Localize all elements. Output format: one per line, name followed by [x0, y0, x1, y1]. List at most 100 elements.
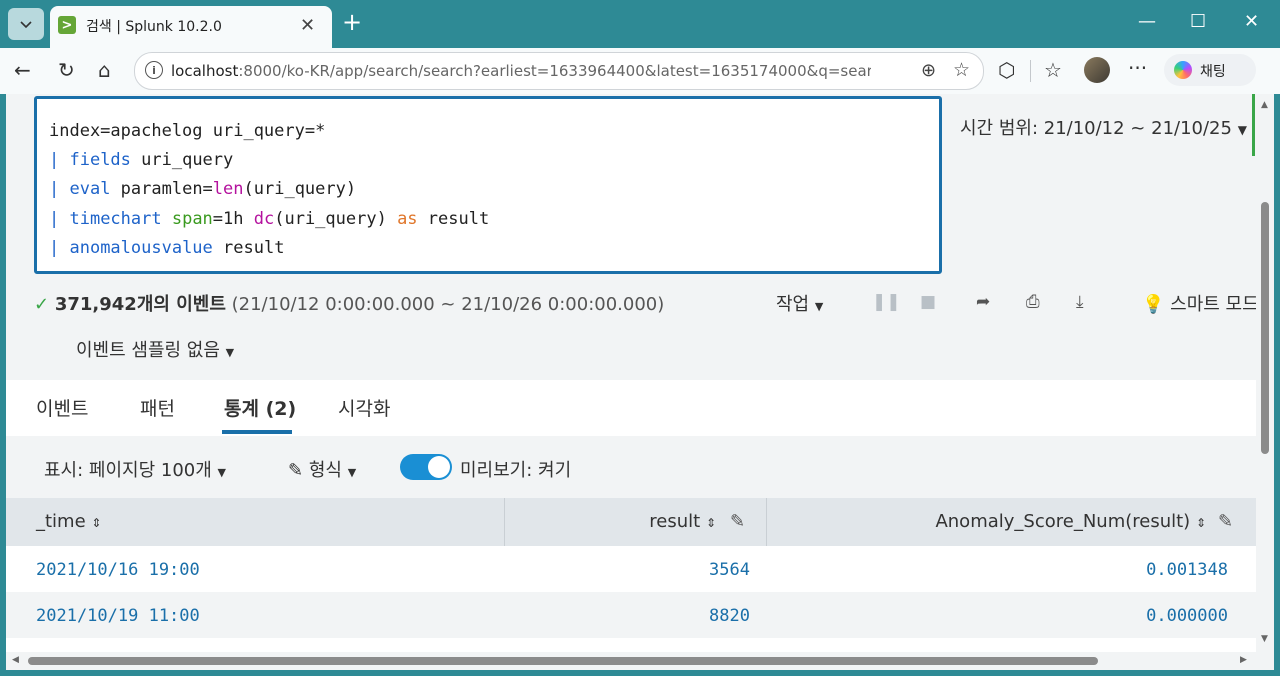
tab-patterns[interactable]: 패턴 — [140, 394, 175, 421]
preview-label: 미리보기: 켜기 — [460, 460, 572, 481]
search-query-code[interactable]: index=apachelog uri_query=* | fields uri… — [49, 117, 489, 263]
caret-down-icon: ▼ — [225, 346, 235, 359]
pause-icon[interactable]: ❚❚ — [872, 292, 901, 312]
sort-icon: ⇕ — [705, 516, 716, 530]
table-row: 2021/10/19 11:00 8820 0.000000 — [6, 592, 1256, 638]
query-line-4-mid: (uri_query) — [274, 208, 398, 229]
time-range-picker[interactable]: 시간 범위: 21/10/12 ~ 21/10/25 ▼ — [946, 94, 1255, 156]
query-pipe: | — [49, 150, 70, 171]
more-icon[interactable]: ··· — [1128, 56, 1147, 80]
lightbulb-icon: 💡 — [1142, 294, 1165, 315]
tab-statistics[interactable]: 통계 (2) — [224, 394, 296, 421]
job-menu[interactable]: 작업 ▼ — [776, 290, 823, 316]
per-page-menu[interactable]: 표시: 페이지당 100개 ▼ — [44, 456, 226, 482]
copilot-label: 채팅 — [1200, 64, 1226, 80]
column-divider — [504, 498, 505, 546]
cell-result[interactable]: 3564 — [506, 560, 750, 580]
favorite-star-icon[interactable]: ☆ — [953, 59, 970, 81]
column-format-icon[interactable]: ✎ — [730, 511, 745, 532]
extensions-icon[interactable]: ⬡ — [998, 58, 1015, 82]
column-header-result[interactable]: result ⇕ — [506, 511, 716, 532]
cell-time[interactable]: 2021/10/16 19:00 — [36, 560, 200, 580]
table-controls: 표시: 페이지당 100개 ▼ ✎ 형식 ▼ 미리보기: 켜기 — [6, 436, 1256, 498]
query-line-3-mid: paramlen= — [110, 179, 213, 200]
query-line-5-rest: result — [212, 237, 285, 258]
active-tab-indicator — [222, 430, 292, 434]
query-line-4-rest: result — [417, 208, 490, 229]
cell-anomaly-score[interactable]: 0.000000 — [768, 606, 1228, 626]
brush-icon: ✎ — [288, 460, 304, 481]
table-row-partial — [6, 638, 1256, 652]
horizontal-scroll-thumb[interactable] — [28, 657, 1098, 665]
search-mode-label: 스마트 모드 — [1170, 294, 1256, 315]
column-header-anomaly-score[interactable]: Anomaly_Score_Num(result) ⇕ — [768, 511, 1206, 532]
column-header-result-label: result — [649, 511, 701, 532]
url-path: :8000/ko-KR/app/search/search?earliest=1… — [238, 62, 871, 80]
home-icon[interactable]: ⌂ — [98, 58, 111, 82]
cell-result[interactable]: 8820 — [506, 606, 750, 626]
share-icon[interactable]: ➦ — [976, 292, 990, 312]
results-tabs: 이벤트 패턴 통계 (2) 시각화 — [6, 380, 1256, 437]
browser-titlebar: > 검색 | Splunk 10.2.0 ✕ + — ☐ ✕ — [0, 0, 1280, 48]
favorites-icon[interactable]: ☆ — [1044, 58, 1062, 82]
format-label: 형식 — [308, 460, 342, 481]
query-cmd-timechart: timechart — [69, 208, 162, 229]
caret-down-icon: ▼ — [347, 466, 357, 479]
cell-time[interactable]: 2021/10/19 11:00 — [36, 606, 200, 626]
event-time-range: (21/10/12 0:00:00.000 ~ 21/10/26 0:00:00… — [231, 294, 665, 315]
job-status: ✓ 371,942개의 이벤트 (21/10/12 0:00:00.000 ~ … — [34, 290, 664, 316]
close-window-icon[interactable]: ✕ — [1244, 12, 1259, 32]
minimize-icon[interactable]: — — [1138, 12, 1156, 32]
export-icon[interactable]: ⤓ — [1076, 292, 1084, 312]
event-sampling-menu[interactable]: 이벤트 샘플링 없음 ▼ — [76, 336, 234, 362]
chevron-down-icon — [20, 21, 32, 29]
tab-actions-button[interactable] — [8, 8, 44, 40]
stop-icon[interactable]: ■ — [920, 292, 936, 312]
new-tab-icon[interactable]: + — [342, 10, 362, 34]
sort-icon: ⇕ — [91, 516, 102, 530]
tab-events[interactable]: 이벤트 — [36, 394, 88, 421]
scroll-left-icon[interactable]: ◀ — [12, 655, 19, 665]
query-pipe: | — [49, 237, 70, 258]
preview-toggle[interactable] — [400, 454, 452, 480]
search-mode-menu[interactable]: 💡 스마트 모드 — [1142, 290, 1256, 316]
query-fn-len: len — [212, 179, 244, 200]
tab-visualization[interactable]: 시각화 — [338, 394, 390, 421]
scroll-up-icon[interactable]: ▲ — [1261, 100, 1268, 110]
maximize-icon[interactable]: ☐ — [1190, 12, 1206, 32]
query-line-1: index=apachelog uri_query=* — [49, 121, 326, 141]
site-info-icon[interactable]: i — [145, 61, 163, 79]
print-icon[interactable]: ⎙ — [1026, 292, 1040, 312]
column-header-anomaly-score-label: Anomaly_Score_Num(result) — [935, 511, 1191, 532]
caret-down-icon: ▼ — [1237, 123, 1247, 137]
table-row: 2021/10/16 19:00 3564 0.001348 — [6, 546, 1256, 592]
event-sampling-label: 이벤트 샘플링 없음 — [76, 340, 220, 361]
url-text[interactable]: localhost:8000/ko-KR/app/search/search?e… — [171, 62, 871, 80]
copilot-chat-button[interactable]: 채팅 — [1164, 54, 1256, 86]
event-count: 371,942개의 이벤트 — [54, 294, 226, 315]
per-page-label: 표시: 페이지당 100개 — [44, 460, 212, 481]
profile-avatar[interactable] — [1084, 57, 1110, 83]
query-fn-dc: dc — [253, 208, 275, 229]
query-pipe: | — [49, 179, 70, 200]
browser-tab[interactable]: > 검색 | Splunk 10.2.0 ✕ — [50, 6, 332, 48]
scroll-right-icon[interactable]: ▶ — [1240, 655, 1247, 665]
query-cmd-eval: eval — [69, 179, 111, 200]
refresh-icon[interactable]: ↻ — [58, 58, 75, 82]
back-icon[interactable]: ← — [14, 58, 31, 82]
search-query-editor[interactable]: index=apachelog uri_query=* | fields uri… — [34, 96, 942, 274]
table-header: _time ⇕ result ⇕ ✎ Anomaly_Score_Num(res… — [6, 498, 1256, 546]
scroll-down-icon[interactable]: ▼ — [1261, 634, 1268, 644]
caret-down-icon: ▼ — [217, 466, 226, 479]
cell-anomaly-score[interactable]: 0.001348 — [768, 560, 1228, 580]
zoom-icon[interactable]: ⊕ — [921, 60, 936, 81]
column-header-time[interactable]: _time ⇕ — [36, 511, 101, 532]
address-bar[interactable]: i localhost:8000/ko-KR/app/search/search… — [134, 52, 984, 90]
time-range-text: 시간 범위: 21/10/12 ~ 21/10/25 — [960, 118, 1232, 139]
close-tab-icon[interactable]: ✕ — [300, 15, 315, 36]
horizontal-scrollbar[interactable]: ◀ ▶ — [6, 652, 1274, 670]
vertical-scroll-thumb[interactable] — [1261, 202, 1269, 454]
column-format-icon[interactable]: ✎ — [1218, 511, 1233, 532]
vertical-scrollbar[interactable]: ▲ ▼ — [1256, 94, 1274, 652]
format-menu[interactable]: ✎ 형식 ▼ — [288, 456, 356, 482]
